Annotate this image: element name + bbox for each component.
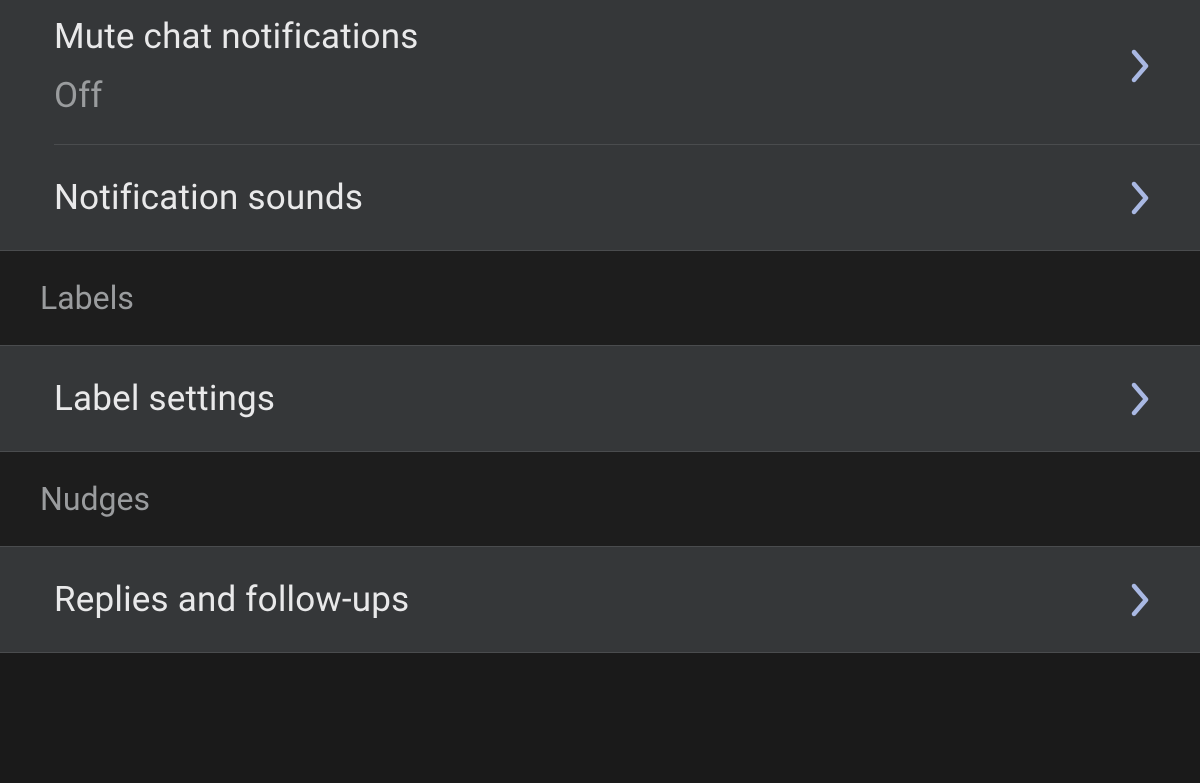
mute-chat-content: Mute chat notifications Off bbox=[54, 16, 419, 116]
mute-chat-notifications-item[interactable]: Mute chat notifications Off bbox=[0, 0, 1200, 144]
replies-followups-title: Replies and follow-ups bbox=[54, 579, 409, 620]
replies-followups-item[interactable]: Replies and follow-ups bbox=[0, 547, 1200, 652]
notification-sounds-content: Notification sounds bbox=[54, 177, 363, 218]
nudges-section: Replies and follow-ups bbox=[0, 547, 1200, 653]
label-settings-item[interactable]: Label settings bbox=[0, 346, 1200, 451]
labels-section: Label settings bbox=[0, 346, 1200, 451]
chevron-right-icon bbox=[1130, 48, 1150, 84]
notifications-section: Mute chat notifications Off Notification… bbox=[0, 0, 1200, 250]
label-settings-content: Label settings bbox=[54, 378, 275, 419]
chevron-right-icon bbox=[1130, 180, 1150, 216]
nudges-header-text: Nudges bbox=[40, 480, 1160, 518]
chevron-right-icon bbox=[1130, 381, 1150, 417]
mute-chat-value: Off bbox=[54, 75, 419, 116]
label-settings-title: Label settings bbox=[54, 378, 275, 419]
chevron-right-icon bbox=[1130, 582, 1150, 618]
notification-sounds-item[interactable]: Notification sounds bbox=[0, 145, 1200, 250]
nudges-section-header: Nudges bbox=[0, 451, 1200, 547]
labels-section-header: Labels bbox=[0, 250, 1200, 346]
labels-header-text: Labels bbox=[40, 279, 1160, 317]
bottom-divider bbox=[0, 652, 1200, 653]
replies-followups-content: Replies and follow-ups bbox=[54, 579, 409, 620]
notification-sounds-title: Notification sounds bbox=[54, 177, 363, 218]
mute-chat-title: Mute chat notifications bbox=[54, 16, 419, 57]
